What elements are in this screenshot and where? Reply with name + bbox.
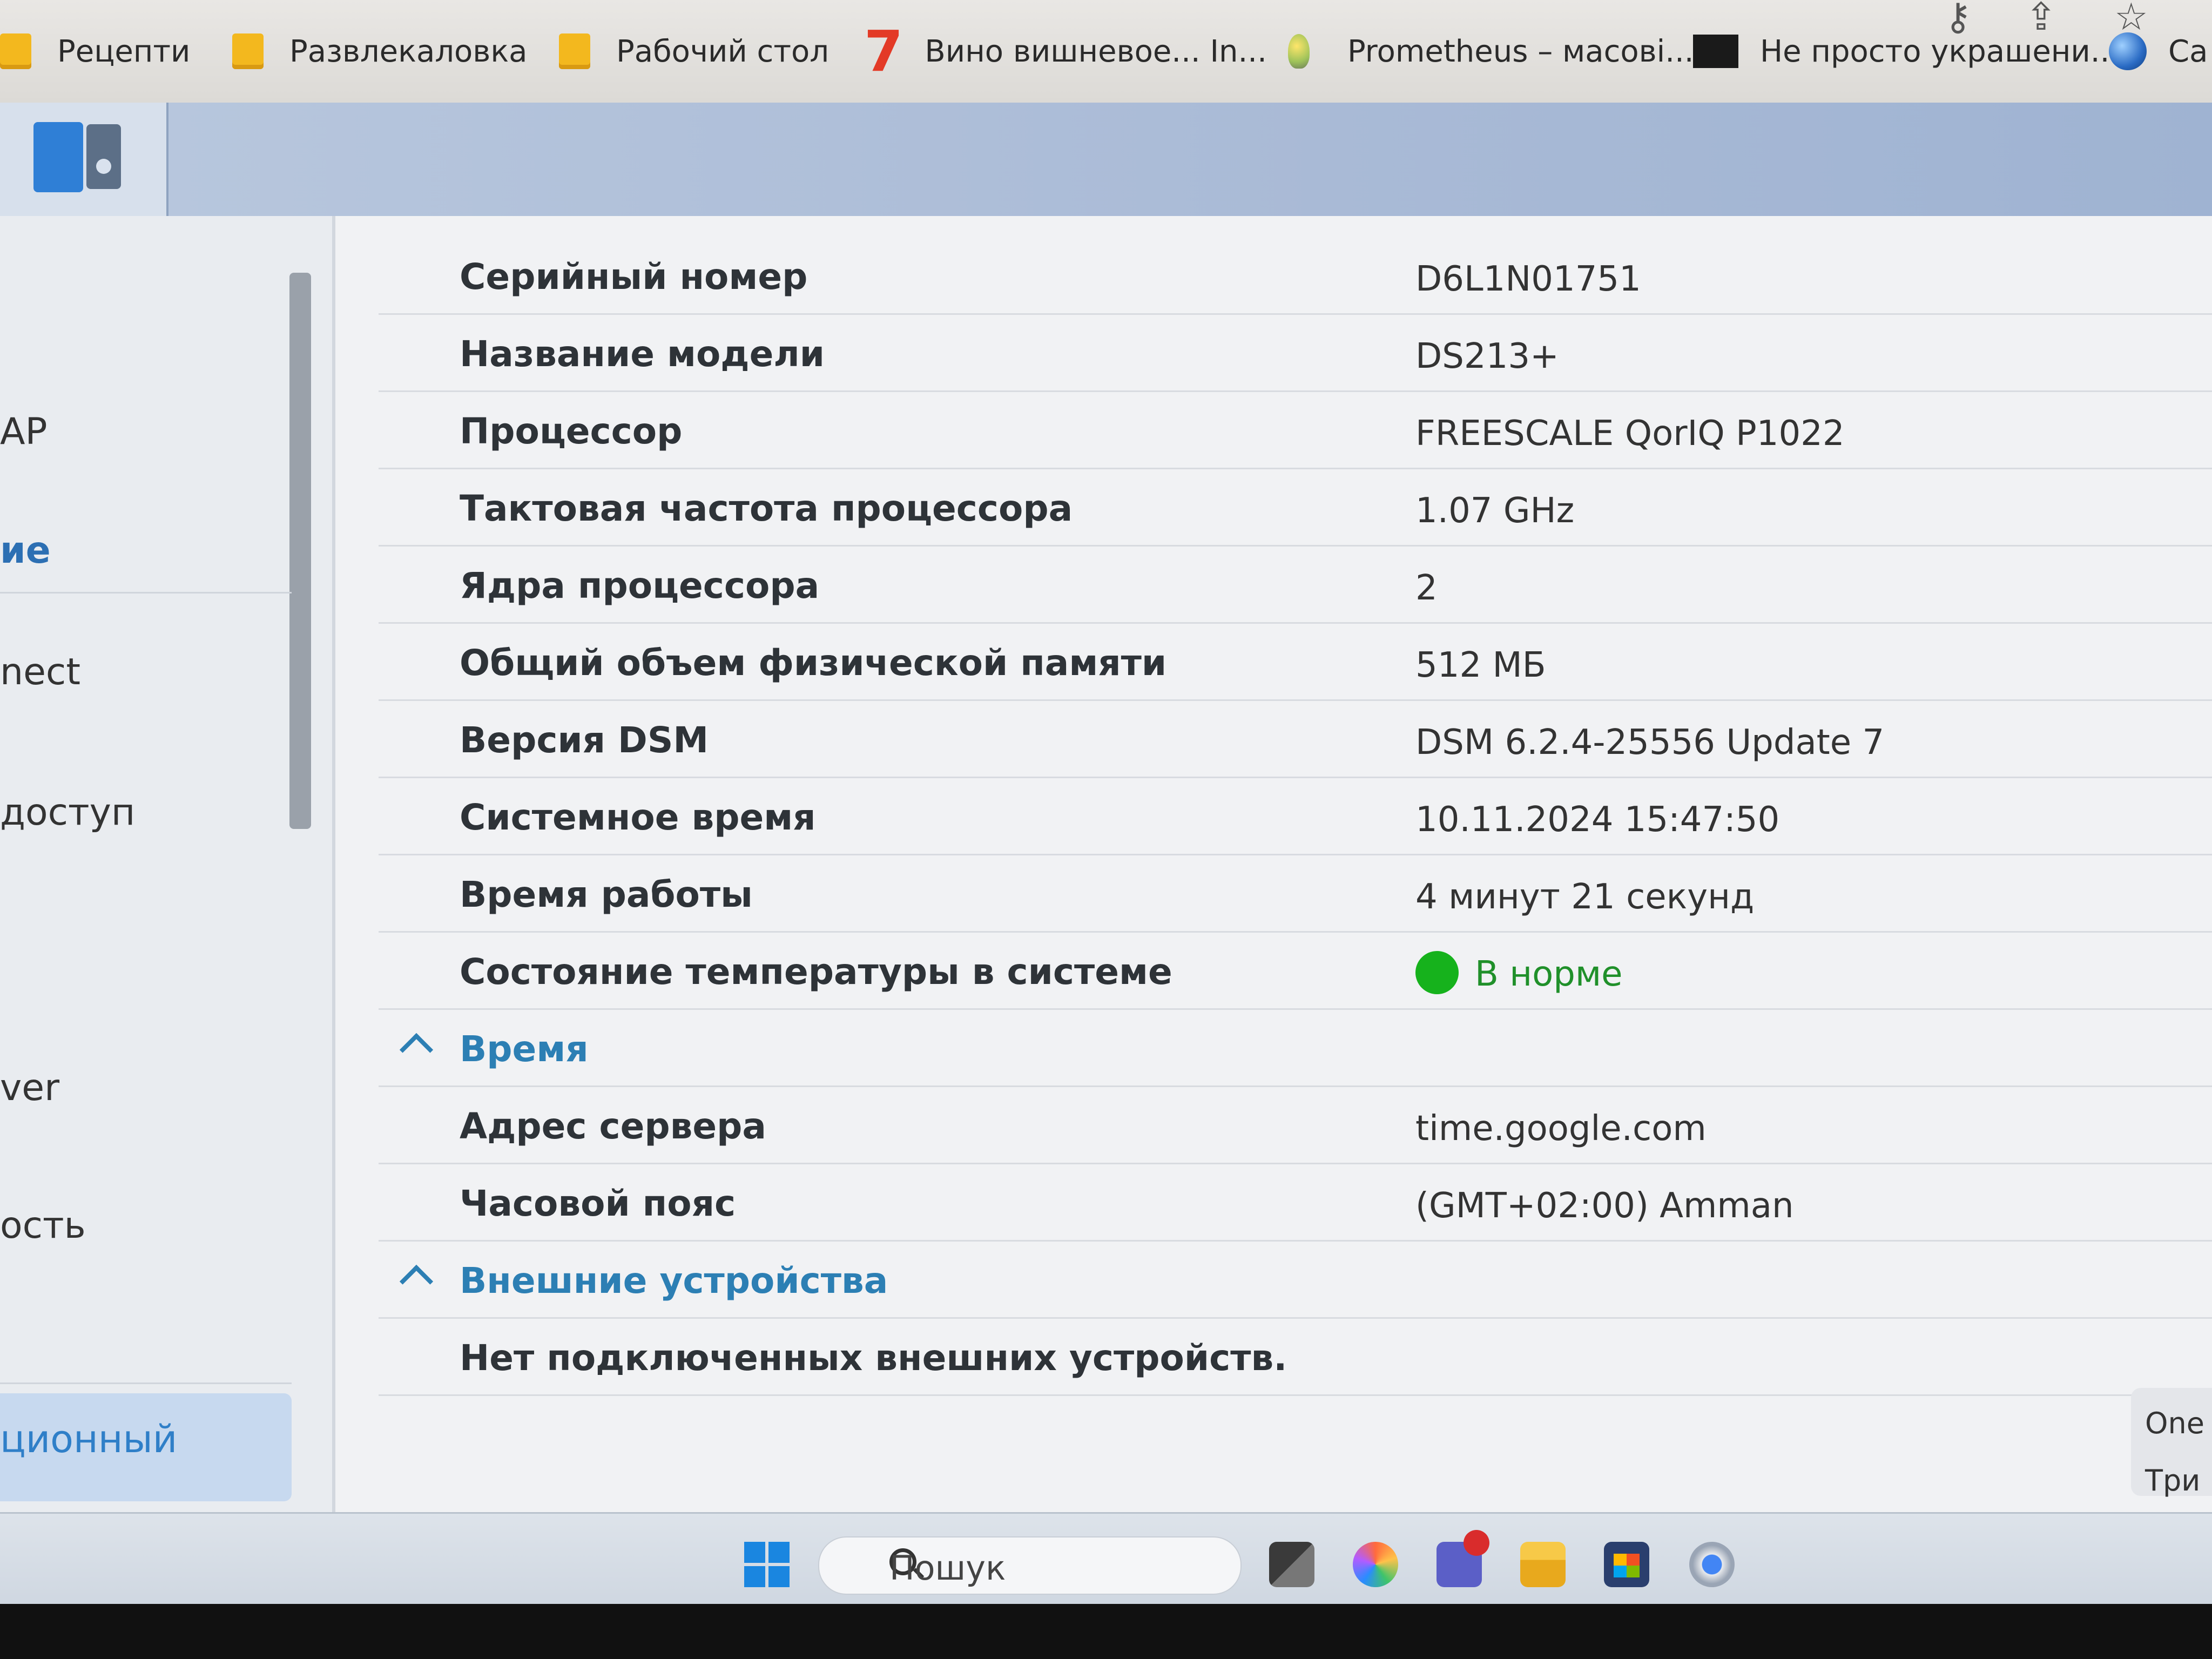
info-row-cpu-clock: Тактовая частота процессора 1.07 GHz <box>379 469 2212 547</box>
row-value: 512 МБ <box>1415 645 1546 685</box>
info-row-uptime: Время работы 4 минут 21 секунд <box>379 855 2212 933</box>
side-notification-tab[interactable]: One Три <box>2131 1388 2212 1498</box>
row-value: В норме <box>1415 951 1623 997</box>
sidebar-item-selected[interactable]: ционный <box>0 1393 292 1501</box>
sidebar-item[interactable]: nect <box>0 651 80 693</box>
section-title: Время <box>460 1028 589 1070</box>
sidebar-item-active[interactable]: ие <box>0 529 51 572</box>
info-row-cpu: Процессор FREESCALE QorIQ P1022 <box>379 392 2212 469</box>
row-value: (GMT+02:00) Amman <box>1415 1186 1794 1226</box>
logo-block <box>86 124 121 189</box>
info-row-cpu-cores: Ядра процессора 2 <box>379 547 2212 624</box>
info-row-system-time: Системное время 10.11.2024 15:47:50 <box>379 778 2212 855</box>
info-row-dsm-version: Версия DSM DSM 6.2.4-25556 Update 7 <box>379 701 2212 778</box>
status-text: В норме <box>1475 954 1623 994</box>
row-label: Версия DSM <box>460 719 709 761</box>
row-label: Общий объем физической памяти <box>460 642 1167 684</box>
bookmark-label: Вино вишневое... In... <box>925 33 1267 69</box>
screen-bezel <box>0 1604 2212 1659</box>
share-icon[interactable]: ⇪ <box>2025 0 2057 39</box>
info-panel: Серийный номер D6L1N01751 Название модел… <box>335 216 2212 1512</box>
teams-icon[interactable] <box>1437 1530 1489 1587</box>
bookmark-item[interactable]: Prometheus – масові... <box>1288 24 1694 78</box>
row-label: Состояние температуры в системе <box>460 951 1172 993</box>
bookmark-label: Рабочий стол <box>616 33 830 69</box>
dark-site-icon <box>1693 35 1738 68</box>
search-placeholder: Пошук <box>889 1548 1006 1588</box>
row-label: Часовой пояс <box>460 1183 736 1224</box>
tab-text: One <box>2145 1406 2204 1440</box>
file-explorer-icon[interactable] <box>1520 1542 1566 1587</box>
sidebar-divider <box>0 592 292 594</box>
bookmark-item[interactable]: 7 Вино вишневое... In... <box>864 18 1267 84</box>
info-row-serial: Серийный номер D6L1N01751 <box>379 238 2212 315</box>
row-value: D6L1N01751 <box>1415 259 1641 299</box>
folder-icon <box>0 33 31 69</box>
section-header-time[interactable]: Время <box>379 1010 2212 1087</box>
storage-manager-icon[interactable] <box>0 103 168 216</box>
taskbar: Пошук <box>0 1512 2212 1623</box>
row-value: DSM 6.2.4-25556 Update 7 <box>1415 723 1885 763</box>
bookmarks-bar: Рецепти Развлекаловка Рабочий стол 7 Вин… <box>0 0 2212 103</box>
sidebar-item-label: ционный <box>0 1417 178 1461</box>
info-row-memory: Общий объем физической памяти 512 МБ <box>379 624 2212 701</box>
seven-icon: 7 <box>864 18 903 84</box>
chevron-up-icon <box>399 1033 434 1067</box>
sidebar-item[interactable]: доступ <box>0 791 135 834</box>
bookmark-item[interactable]: Развлекаловка <box>232 24 527 78</box>
sidebar-item[interactable]: ver <box>0 1067 59 1109</box>
sidebar-scrollbar[interactable] <box>289 273 311 829</box>
store-icon[interactable] <box>1604 1542 1649 1587</box>
row-value: DS213+ <box>1415 336 1559 376</box>
bookmark-label: Не просто украшени... <box>1760 33 2120 69</box>
row-value: FREESCALE QorIQ P1022 <box>1415 414 1845 454</box>
lightbulb-icon <box>1288 34 1310 69</box>
copilot-icon[interactable] <box>1353 1542 1398 1587</box>
folder-icon <box>232 33 264 69</box>
star-icon[interactable]: ☆ <box>2114 0 2148 39</box>
sidebar: AP ие nect доступ ver ость ционный <box>0 216 335 1512</box>
bookmark-item[interactable]: Рабочий стол <box>559 24 829 78</box>
row-value: time.google.com <box>1415 1109 1707 1149</box>
row-label: Тактовая частота процессора <box>460 488 1073 529</box>
tab-text: Три <box>2145 1464 2201 1498</box>
section-title: Внешние устройства <box>460 1260 888 1301</box>
sidebar-item[interactable]: ость <box>0 1204 86 1247</box>
sidebar-divider <box>0 1382 292 1384</box>
bookmark-label: Са <box>2168 33 2208 69</box>
row-label: Системное время <box>460 797 816 838</box>
info-row-timezone: Часовой пояс (GMT+02:00) Amman <box>379 1164 2212 1242</box>
key-icon[interactable]: ⚷ <box>1944 0 1972 39</box>
row-label: Время работы <box>460 874 753 915</box>
bookmark-label: Развлекаловка <box>289 33 528 69</box>
info-row-model: Название модели DS213+ <box>379 315 2212 392</box>
section-header-external-devices[interactable]: Внешние устройства <box>379 1242 2212 1319</box>
windows-start-icon[interactable] <box>744 1542 790 1587</box>
row-value: 10.11.2024 15:47:50 <box>1415 800 1780 840</box>
logo-block <box>33 122 83 192</box>
info-row-time-server: Адрес сервера time.google.com <box>379 1087 2212 1164</box>
chevron-up-icon <box>399 1264 434 1299</box>
row-label: Ядра процессора <box>460 565 820 606</box>
row-label: Адрес сервера <box>460 1105 766 1147</box>
row-value: 4 минут 21 секунд <box>1415 877 1755 917</box>
bookmark-item[interactable]: Рецепти <box>0 24 190 78</box>
chrome-icon[interactable] <box>1678 1542 1745 1623</box>
info-row-temperature: Состояние температуры в системе В норме <box>379 933 2212 1010</box>
folder-icon <box>559 33 590 69</box>
row-label: Процессор <box>460 410 683 452</box>
bookmark-label: Prometheus – масові... <box>1347 33 1694 69</box>
app-header <box>0 103 2212 216</box>
bookmark-label: Рецепти <box>57 33 191 69</box>
status-ok-icon <box>1415 951 1459 995</box>
sidebar-item[interactable]: AP <box>0 410 48 453</box>
row-label: Серийный номер <box>460 256 808 298</box>
empty-message: Нет подключенных внешних устройств. <box>460 1337 1287 1379</box>
row-label: Название модели <box>460 333 825 375</box>
row-value: 1.07 GHz <box>1415 491 1575 531</box>
taskbar-search-input[interactable]: Пошук <box>818 1536 1242 1595</box>
row-value: 2 <box>1415 568 1438 608</box>
task-view-icon[interactable] <box>1269 1542 1314 1587</box>
info-row-no-devices: Нет подключенных внешних устройств. <box>379 1319 2212 1396</box>
